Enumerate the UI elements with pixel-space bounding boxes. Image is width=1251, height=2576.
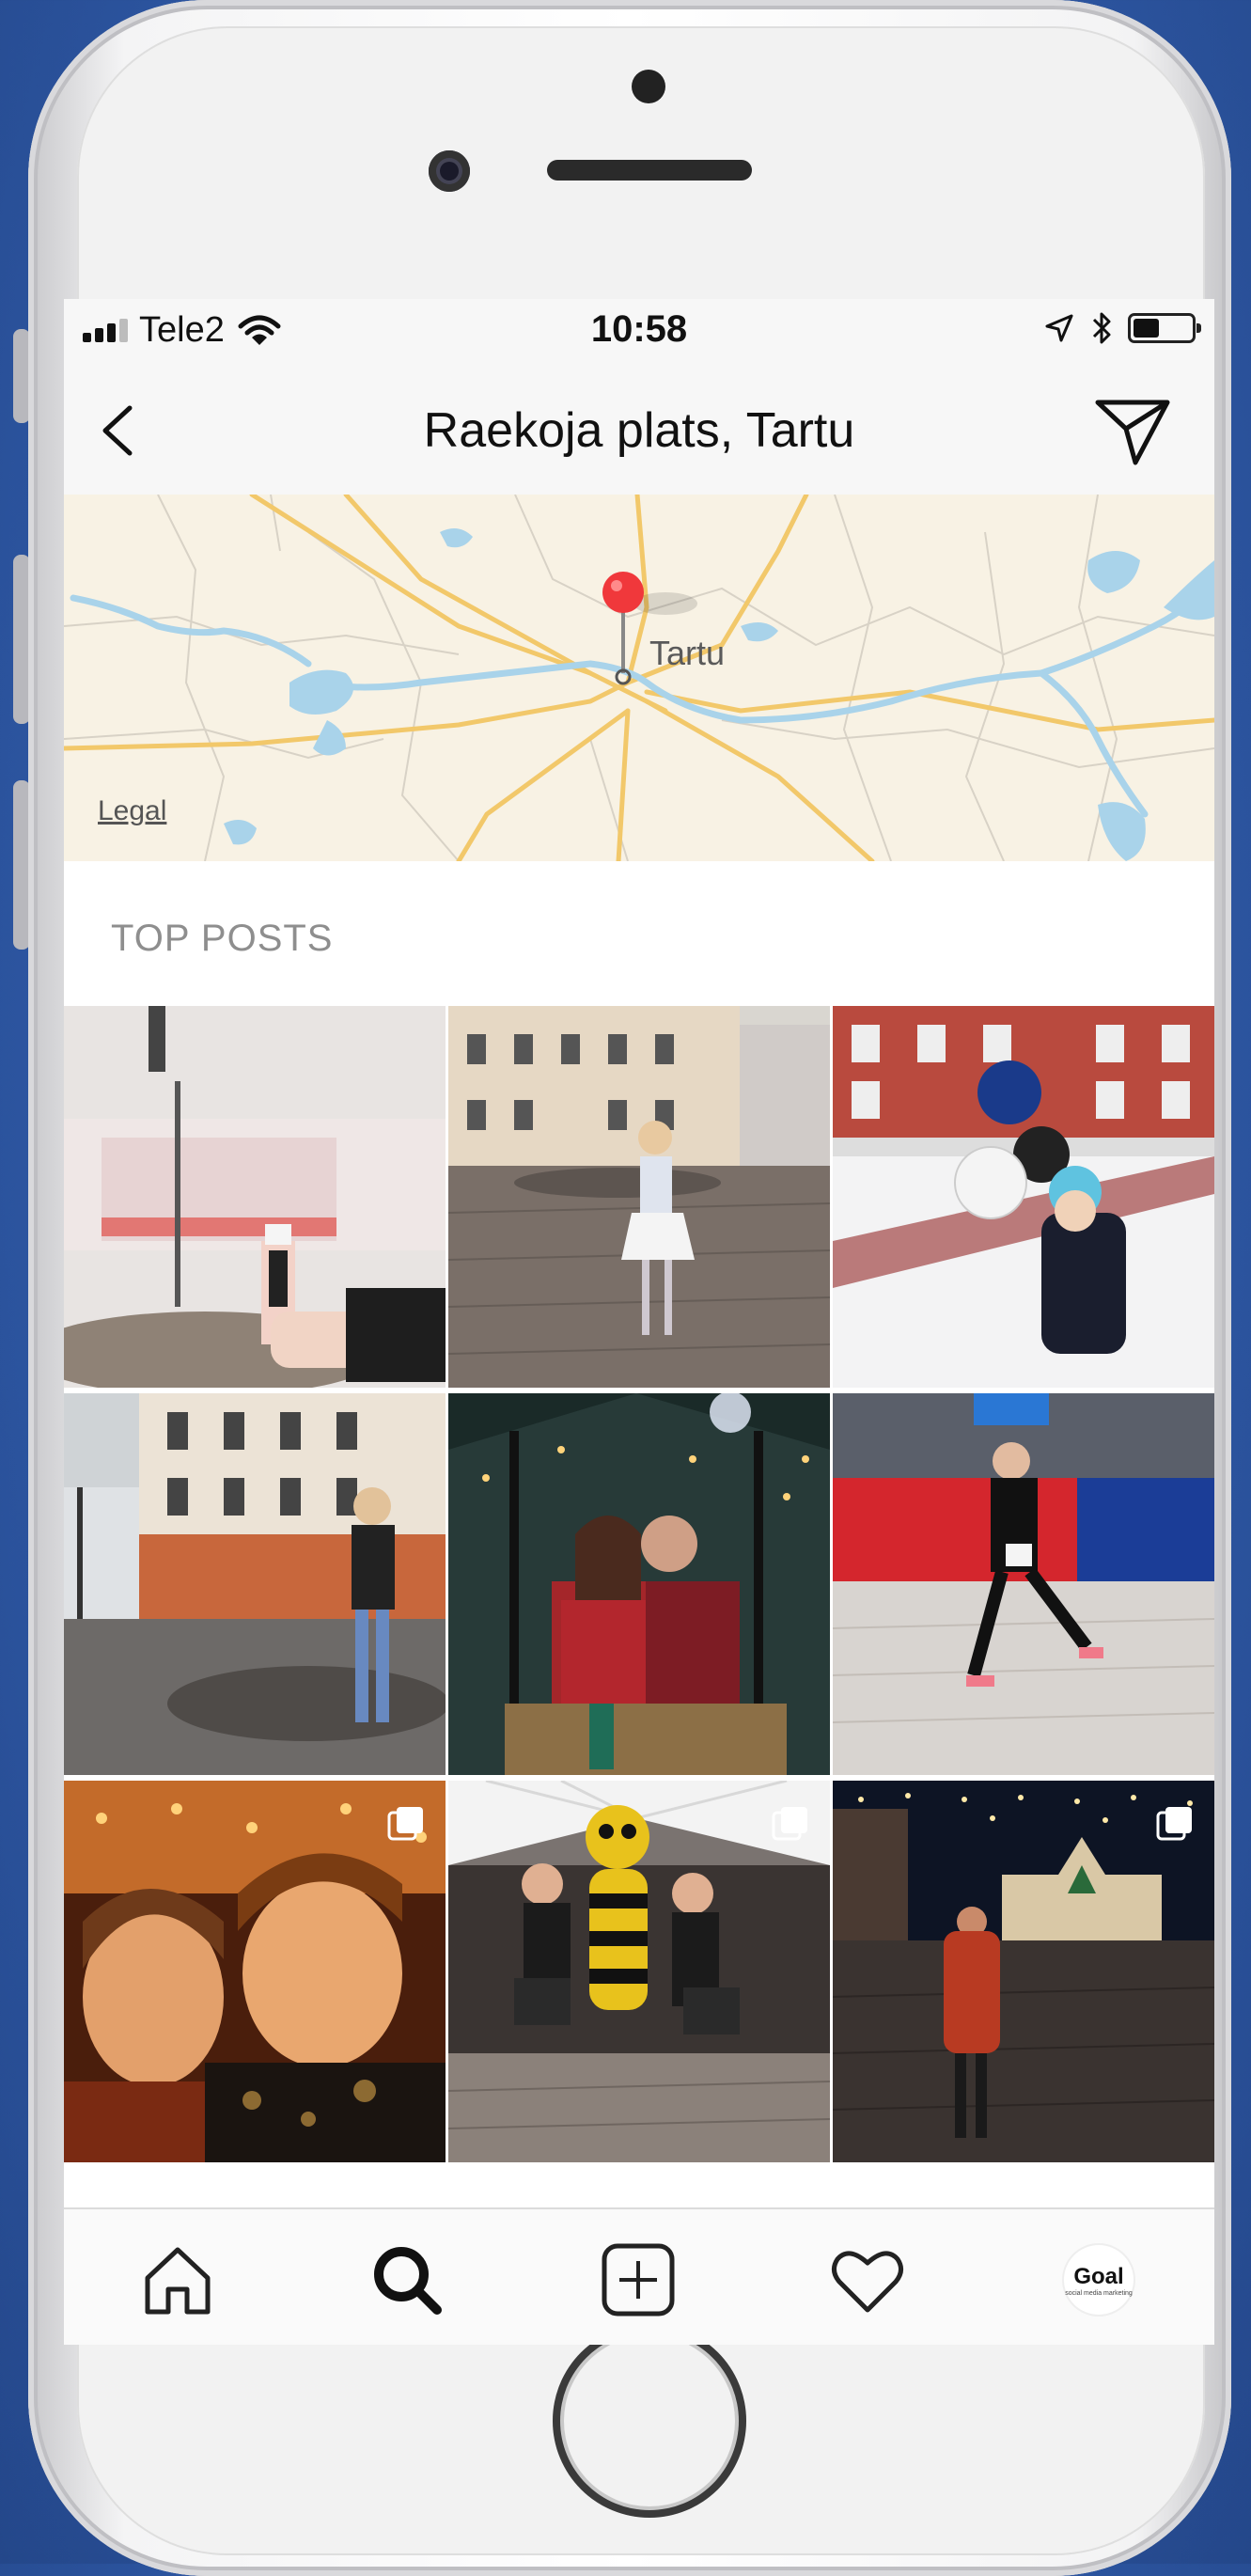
profile-avatar-label: Goal <box>1073 2263 1124 2289</box>
status-right-group <box>1043 310 1201 346</box>
post-tile[interactable] <box>448 1006 830 1388</box>
post-image <box>448 1006 830 1388</box>
tab-home[interactable] <box>135 2238 220 2322</box>
multiple-photos-icon <box>387 1807 423 1841</box>
post-tile[interactable] <box>833 1781 1214 2162</box>
page-title: Raekoja plats, Tartu <box>423 403 855 458</box>
post-image <box>64 1006 446 1388</box>
post-tile[interactable] <box>64 1393 446 1775</box>
map-legal-link[interactable]: Legal <box>98 795 166 827</box>
post-tile[interactable] <box>448 1393 830 1775</box>
tab-new-post[interactable] <box>596 2238 680 2322</box>
post-image <box>833 1393 1214 1775</box>
post-image <box>64 1393 446 1775</box>
battery-fill <box>1134 319 1159 338</box>
posts-grid <box>64 1006 1214 2162</box>
earpiece-speaker <box>547 160 752 181</box>
location-arrow-icon <box>1045 314 1073 342</box>
tab-profile[interactable]: Goal social media marketing <box>1056 2238 1141 2322</box>
bluetooth-icon <box>1092 312 1111 344</box>
profile-avatar-subtitle: social media marketing <box>1065 2289 1133 2297</box>
tab-activity[interactable] <box>825 2238 910 2322</box>
status-time: 10:58 <box>590 308 688 350</box>
post-tile[interactable] <box>833 1393 1214 1775</box>
battery-icon <box>1128 313 1201 343</box>
heart-icon <box>832 2251 903 2313</box>
app-screen: Tele2 10:58 Raekoja plats, Tartu Tartu L… <box>64 299 1214 2345</box>
post-tile[interactable] <box>448 1781 830 2162</box>
add-post-icon <box>602 2243 675 2317</box>
post-tile[interactable] <box>64 1781 446 2162</box>
post-tile[interactable] <box>833 1006 1214 1388</box>
map-city-label: Tartu <box>649 634 726 672</box>
map-graphic <box>64 495 1214 861</box>
profile-avatar: Goal social media marketing <box>1064 2245 1134 2315</box>
proximity-sensor <box>632 70 665 103</box>
search-icon <box>374 2247 442 2315</box>
paper-plane-icon[interactable] <box>1094 397 1171 466</box>
multiple-photos-icon <box>772 1807 807 1841</box>
section-title: TOP POSTS <box>111 918 334 959</box>
home-button[interactable] <box>553 2324 746 2518</box>
status-bar: Tele2 10:58 <box>64 299 1214 361</box>
tab-bar: Goal social media marketing <box>64 2207 1214 2345</box>
nav-bar: Raekoja plats, Tartu <box>64 361 1214 496</box>
location-map[interactable]: Tartu Legal <box>64 495 1214 861</box>
post-image <box>833 1006 1214 1388</box>
post-tile[interactable] <box>64 1006 446 1388</box>
multiple-photos-icon <box>1156 1807 1192 1841</box>
home-icon <box>145 2247 211 2315</box>
front-camera <box>429 150 470 192</box>
post-image <box>448 1393 830 1775</box>
tab-search[interactable] <box>365 2238 449 2322</box>
